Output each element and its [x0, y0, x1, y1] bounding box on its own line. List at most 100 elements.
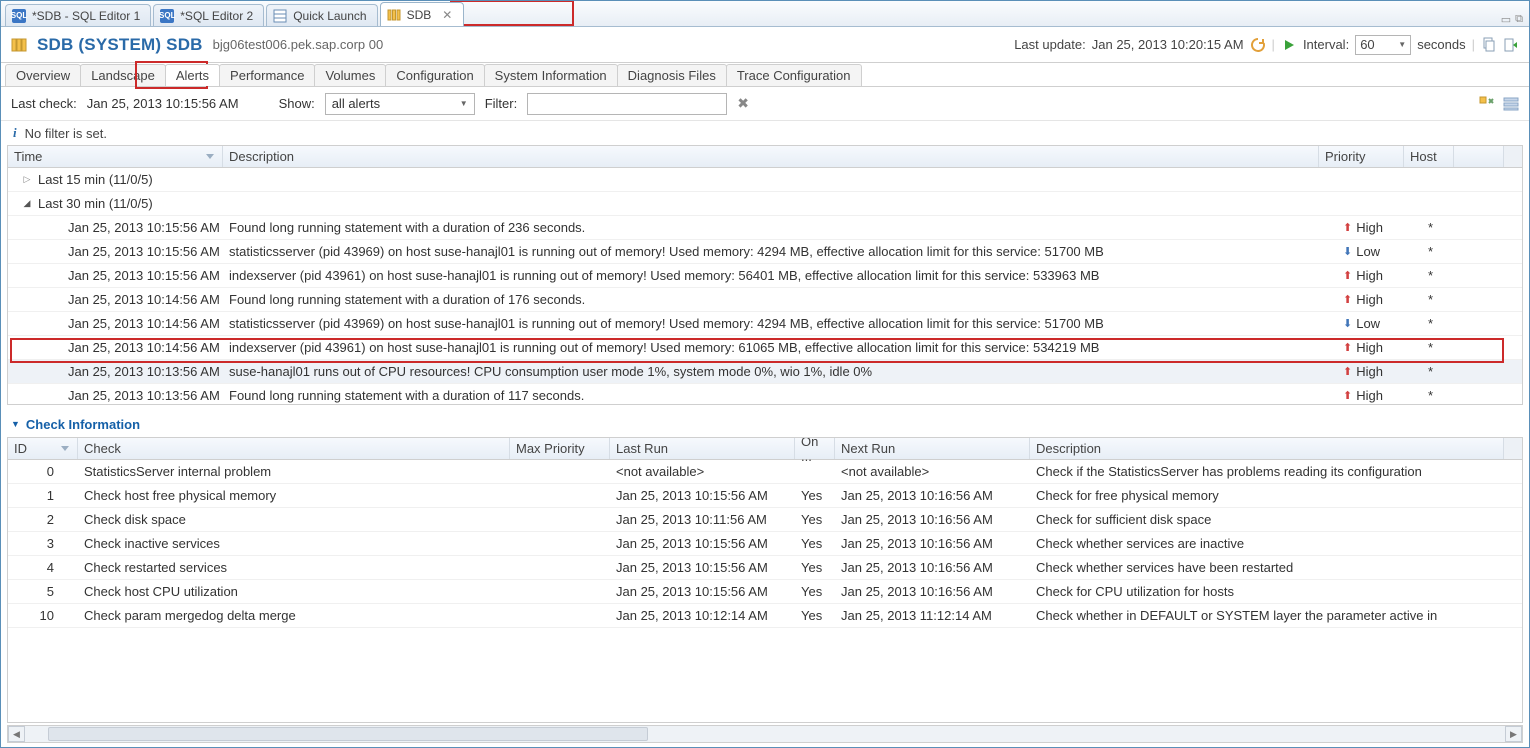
minimize-icon[interactable]: ▭ — [1501, 13, 1511, 26]
subtab-alerts[interactable]: Alerts — [165, 64, 220, 86]
clear-filter-icon[interactable]: ✖ — [737, 95, 749, 112]
col-last-run[interactable]: Last Run — [610, 438, 795, 459]
maximize-icon[interactable]: ⧉ — [1515, 13, 1523, 26]
editor-tab-bar: SQL *SDB - SQL Editor 1 SQL *SQL Editor … — [1, 1, 1529, 27]
alert-row[interactable]: Jan 25, 2013 10:13:56 AM Found long runn… — [8, 384, 1522, 404]
alert-row[interactable]: Jan 25, 2013 10:15:56 AM indexserver (pi… — [8, 264, 1522, 288]
horizontal-scrollbar[interactable]: ◀ ▶ — [7, 725, 1523, 743]
alert-row[interactable]: Jan 25, 2013 10:14:56 AM statisticsserve… — [8, 312, 1522, 336]
filter-toolbar: Last check: Jan 25, 2013 10:15:56 AM Sho… — [1, 87, 1529, 121]
scroll-left-icon[interactable]: ◀ — [8, 726, 25, 742]
scroll-right-icon[interactable]: ▶ — [1505, 726, 1522, 742]
group-row[interactable]: ▷ Last 15 min (11/0/5) — [8, 168, 1522, 192]
copy-icon[interactable] — [1481, 37, 1497, 53]
last-check-label: Last check: — [11, 96, 77, 111]
checks-body[interactable]: 0 StatisticsServer internal problem <not… — [8, 460, 1522, 722]
check-row[interactable]: 1 Check host free physical memory Jan 25… — [8, 484, 1522, 508]
alert-row[interactable]: Jan 25, 2013 10:15:56 AM Found long runn… — [8, 216, 1522, 240]
alerts-header-row: Time Description Priority Host — [8, 146, 1522, 168]
filter-label: Filter: — [485, 96, 518, 111]
col-priority[interactable]: Priority — [1319, 146, 1404, 167]
list-view-icon[interactable] — [1503, 96, 1519, 112]
col-next-run[interactable]: Next Run — [835, 438, 1030, 459]
col-max-priority[interactable]: Max Priority — [510, 438, 610, 459]
priority-up-icon: ⬆ — [1343, 341, 1352, 354]
grid-icon — [273, 9, 287, 23]
window-controls: ▭ ⧉ — [1501, 13, 1529, 26]
system-header: SDB (SYSTEM) SDB bjg06test006.pek.sap.co… — [1, 27, 1529, 63]
subtab-system-information[interactable]: System Information — [484, 64, 618, 86]
sql-icon: SQL — [160, 9, 174, 23]
check-section-header[interactable]: ▼ Check Information — [1, 411, 1529, 437]
col-on[interactable]: On ... — [795, 438, 835, 459]
interval-value: 60 — [1360, 37, 1374, 52]
priority-up-icon: ⬆ — [1343, 293, 1352, 306]
subtab-trace-configuration[interactable]: Trace Configuration — [726, 64, 862, 86]
play-icon[interactable] — [1281, 37, 1297, 53]
group-row[interactable]: ◢ Last 30 min (11/0/5) — [8, 192, 1522, 216]
alert-row[interactable]: Jan 25, 2013 10:13:56 AM suse-hanajl01 r… — [8, 360, 1522, 384]
filter-input[interactable] — [527, 93, 727, 115]
check-row[interactable]: 0 StatisticsServer internal problem <not… — [8, 460, 1522, 484]
info-icon: i — [13, 125, 17, 141]
chevron-down-icon: ▼ — [460, 99, 468, 108]
collapse-icon[interactable]: ◢ — [22, 198, 32, 209]
scroll-thumb[interactable] — [48, 727, 648, 741]
check-row[interactable]: 10 Check param mergedog delta merge Jan … — [8, 604, 1522, 628]
subtab-label: Trace Configuration — [737, 68, 851, 83]
col-spare[interactable] — [1454, 146, 1504, 167]
show-select[interactable]: all alerts ▼ — [325, 93, 475, 115]
alert-row[interactable]: Jan 25, 2013 10:14:56 AM Found long runn… — [8, 288, 1522, 312]
tab-sql-editor-2[interactable]: SQL *SQL Editor 2 — [153, 4, 264, 26]
tab-sql-editor-1[interactable]: SQL *SDB - SQL Editor 1 — [5, 4, 151, 26]
last-check-value: Jan 25, 2013 10:15:56 AM — [87, 96, 239, 111]
alerts-body[interactable]: ▷ Last 15 min (11/0/5) ◢ Last 30 min (11… — [8, 168, 1522, 404]
columns-icon — [387, 8, 401, 22]
check-row[interactable]: 4 Check restarted services Jan 25, 2013 … — [8, 556, 1522, 580]
checks-table: ID Check Max Priority Last Run On ... Ne… — [7, 437, 1523, 723]
sub-tab-bar: Overview Landscape Alerts Performance Vo… — [1, 63, 1529, 87]
subtab-label: System Information — [495, 68, 607, 83]
subtab-diagnosis-files[interactable]: Diagnosis Files — [617, 64, 727, 86]
alert-row[interactable]: Jan 25, 2013 10:14:56 AM indexserver (pi… — [8, 336, 1522, 360]
col-check-desc[interactable]: Description — [1030, 438, 1504, 459]
tab-quick-launch[interactable]: Quick Launch — [266, 4, 377, 26]
col-description[interactable]: Description — [223, 146, 1319, 167]
check-row[interactable]: 5 Check host CPU utilization Jan 25, 201… — [8, 580, 1522, 604]
tab-label: *SQL Editor 2 — [180, 9, 253, 23]
configure-icon[interactable] — [1479, 96, 1495, 112]
show-label: Show: — [279, 96, 315, 111]
subtab-label: Overview — [16, 68, 70, 83]
subtab-label: Landscape — [91, 68, 155, 83]
subtab-volumes[interactable]: Volumes — [314, 64, 386, 86]
sql-icon: SQL — [12, 9, 26, 23]
close-icon[interactable]: ✕ — [441, 9, 453, 21]
tab-sdb[interactable]: SDB ✕ — [380, 2, 465, 26]
chevron-down-icon: ▼ — [1398, 40, 1406, 49]
subtab-overview[interactable]: Overview — [5, 64, 81, 86]
subtab-landscape[interactable]: Landscape — [80, 64, 166, 86]
export-icon[interactable] — [1503, 37, 1519, 53]
subtab-label: Alerts — [176, 68, 209, 83]
refresh-icon[interactable] — [1250, 37, 1266, 53]
priority-up-icon: ⬆ — [1343, 365, 1352, 378]
highlight-box — [450, 0, 574, 26]
last-update-label: Last update: — [1014, 37, 1086, 52]
col-id[interactable]: ID — [8, 438, 78, 459]
subtab-performance[interactable]: Performance — [219, 64, 315, 86]
expand-icon[interactable]: ▷ — [22, 174, 32, 185]
check-row[interactable]: 2 Check disk space Jan 25, 2013 10:11:56… — [8, 508, 1522, 532]
checks-header-row: ID Check Max Priority Last Run On ... Ne… — [8, 438, 1522, 460]
col-host[interactable]: Host — [1404, 146, 1454, 167]
priority-up-icon: ⬆ — [1343, 389, 1352, 402]
col-time[interactable]: Time — [8, 146, 223, 167]
subtab-configuration[interactable]: Configuration — [385, 64, 484, 86]
col-check[interactable]: Check — [78, 438, 510, 459]
tab-label: Quick Launch — [293, 9, 366, 23]
check-row[interactable]: 3 Check inactive services Jan 25, 2013 1… — [8, 532, 1522, 556]
scrollbar-header — [1504, 438, 1522, 459]
collapse-icon: ▼ — [11, 419, 20, 429]
interval-select[interactable]: 60 ▼ — [1355, 35, 1411, 55]
last-update-value: Jan 25, 2013 10:20:15 AM — [1092, 37, 1244, 52]
alert-row[interactable]: Jan 25, 2013 10:15:56 AM statisticsserve… — [8, 240, 1522, 264]
